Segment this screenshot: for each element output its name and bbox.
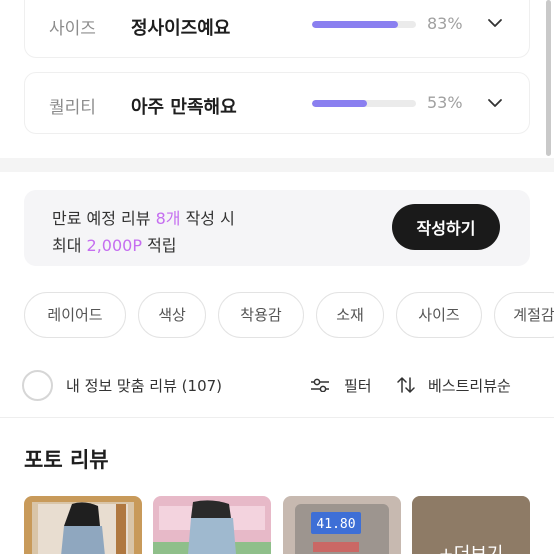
rating-percent: 83%	[427, 14, 463, 33]
rating-progress-fill	[312, 21, 399, 28]
banner-line-1: 만료 예정 리뷰 8개 작성 시	[52, 209, 235, 228]
rating-percent: 53%	[427, 93, 463, 112]
filter-label: 필터	[344, 376, 372, 395]
photo-thumbnail[interactable]	[153, 496, 271, 554]
photo-thumbnail[interactable]	[24, 496, 142, 554]
rating-progress-bar	[312, 100, 416, 107]
rating-value: 아주 만족해요	[131, 97, 237, 118]
scrollbar[interactable]	[546, 0, 551, 156]
banner-line-2: 최대 2,000P 적립	[52, 236, 177, 255]
review-filter-bar: 내 정보 맞춤 리뷰 (107) 필터 베스트리뷰순	[0, 362, 554, 408]
photo-jeans-pink-room	[153, 496, 271, 554]
photo-thumbnail-more[interactable]: +더보기	[412, 496, 530, 554]
section-divider	[0, 158, 554, 172]
chip-color[interactable]: 색상	[138, 292, 206, 338]
sliders-icon	[311, 378, 329, 392]
chip-fit[interactable]: 착용감	[218, 292, 304, 338]
sort-arrows-icon	[397, 377, 415, 393]
rating-progress-fill	[312, 100, 368, 107]
chip-layered[interactable]: 레이어드	[24, 292, 126, 338]
chip-material[interactable]: 소재	[316, 292, 384, 338]
review-reward-banner: 만료 예정 리뷰 8개 작성 시 최대 2,000P 적립 작성하기	[24, 190, 530, 266]
chip-size[interactable]: 사이즈	[396, 292, 482, 338]
sort-label: 베스트리뷰순	[428, 376, 511, 395]
my-info-radio[interactable]	[22, 370, 53, 401]
photo-more: +더보기	[412, 496, 530, 554]
photo-jeans-mirror	[24, 496, 142, 554]
photo-scale: 41.80	[283, 496, 401, 554]
rating-label: 사이즈	[49, 19, 96, 39]
filter-button[interactable]: 필터	[310, 372, 372, 398]
chevron-down-icon[interactable]	[487, 98, 503, 108]
more-photos-label: +더보기	[439, 544, 504, 554]
photo-thumbnail[interactable]: 41.80	[283, 496, 401, 554]
my-info-review-label[interactable]: 내 정보 맞춤 리뷰 (107)	[66, 375, 222, 396]
photo-review-title: 포토 리뷰	[24, 448, 109, 472]
rating-card-quality[interactable]: 퀄리티 아주 만족해요 53%	[24, 72, 530, 134]
chevron-down-icon[interactable]	[487, 18, 503, 28]
rating-card-size[interactable]: 사이즈 정사이즈예요 83%	[24, 0, 530, 58]
sort-button[interactable]: 베스트리뷰순	[396, 372, 511, 398]
chip-season[interactable]: 계절감	[494, 292, 554, 338]
scale-reading: 41.80	[316, 517, 355, 532]
rating-progress-bar	[312, 21, 416, 28]
rating-label: 퀄리티	[49, 98, 96, 118]
write-review-button[interactable]: 작성하기	[392, 204, 500, 250]
rating-value: 정사이즈예요	[131, 18, 231, 39]
divider	[0, 417, 554, 418]
